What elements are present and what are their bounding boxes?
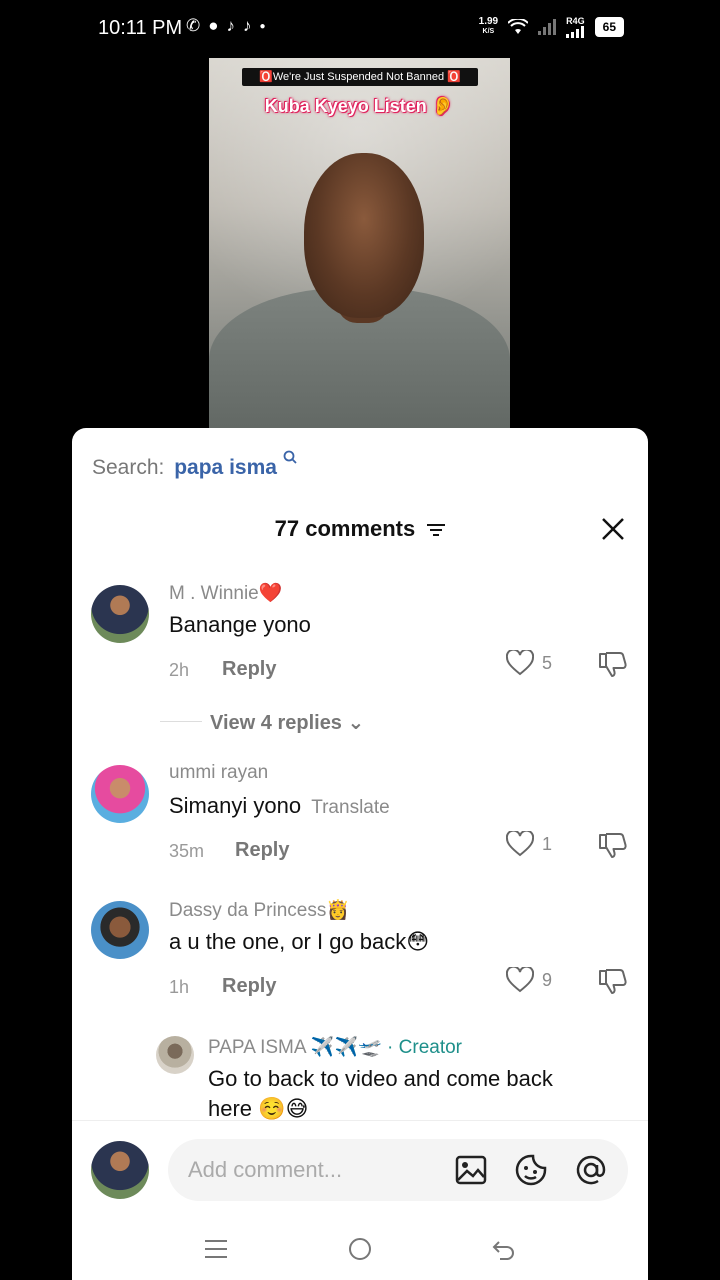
notification-icons: ✆ ● ♪ ♪ ● <box>186 16 266 36</box>
comments-sheet: Search: papa isma 77 comments M . Winnie… <box>72 428 648 1280</box>
chat-bubble-icon: ● <box>208 16 219 35</box>
comment-author[interactable]: M . Winnie❤️ <box>169 581 282 605</box>
whatsapp-icon: ✆ <box>186 16 201 35</box>
heart-icon <box>506 831 534 857</box>
like-count: 9 <box>542 969 553 990</box>
heart-icon <box>506 967 534 993</box>
net-speed: 1.99 K/S <box>479 17 498 37</box>
comment-text: Simanyi yono Translate <box>169 793 390 819</box>
dislike-icon[interactable] <box>598 967 628 995</box>
reply-text-line2: here ☺️😅 <box>208 1096 309 1121</box>
comment-composer: Add comment... <box>72 1120 648 1220</box>
reply-author[interactable]: PAPA ISMA ✈️✈️🛫 · Creator <box>208 1035 462 1059</box>
like-button[interactable]: 1 <box>506 831 552 857</box>
comment-text-body: Simanyi yono <box>169 793 302 818</box>
add-comment-placeholder: Add comment... <box>188 1157 343 1182</box>
search-icon <box>283 450 297 464</box>
comments-header: 77 comments <box>72 516 648 542</box>
menu-icon[interactable] <box>203 1236 229 1262</box>
comment-text: a u the one, or I go back😳 <box>169 929 430 954</box>
comment-text: Banange yono <box>169 612 311 637</box>
video-caption: Kuba Kyeyo Listen 👂 <box>264 96 455 116</box>
reply-button[interactable]: Reply <box>222 658 276 681</box>
video-preview[interactable]: 🅾️We're Just Suspended Not Banned 🅾️ Kub… <box>209 58 510 428</box>
dislike-icon[interactable] <box>598 831 628 859</box>
divider <box>160 721 202 722</box>
signal-bars-icon <box>538 19 557 35</box>
status-bar: 10:11 PM ✆ ● ♪ ♪ ● 1.99 K/S R4G 65 <box>0 0 720 58</box>
view-replies-button[interactable]: View 4 replies ⌄ <box>210 710 364 735</box>
network-type: R4G <box>566 16 585 26</box>
system-navigation-bar <box>72 1226 648 1280</box>
add-comment-input[interactable]: Add comment... <box>168 1139 628 1201</box>
translate-button[interactable]: Translate <box>311 797 390 818</box>
close-icon[interactable] <box>600 516 626 542</box>
avatar[interactable] <box>91 585 149 643</box>
back-icon[interactable] <box>491 1236 517 1262</box>
search-suggestion[interactable]: Search: papa isma <box>92 450 297 480</box>
creator-badge: · Creator <box>387 1037 463 1058</box>
comment-author[interactable]: Dassy da Princess👸 <box>169 898 350 922</box>
reply-author-name: PAPA ISMA ✈️✈️🛫 <box>208 1037 382 1058</box>
search-label: Search: <box>92 456 165 479</box>
sort-filter-icon[interactable] <box>427 523 446 537</box>
net-speed-unit: K/S <box>482 28 495 35</box>
avatar[interactable] <box>91 901 149 959</box>
reply-button[interactable]: Reply <box>222 975 276 998</box>
video-banner: 🅾️We're Just Suspended Not Banned 🅾️ <box>242 68 478 86</box>
comment-time: 2h <box>169 660 190 680</box>
signal-bars-icon-2 <box>566 26 585 38</box>
tiktok-icon: ♪ <box>226 16 236 35</box>
signal-r4g: R4G <box>566 16 585 38</box>
heart-icon <box>506 650 534 676</box>
image-icon[interactable] <box>454 1153 488 1187</box>
like-count: 1 <box>542 833 553 854</box>
reply-button[interactable]: Reply <box>235 839 289 862</box>
like-button[interactable]: 5 <box>506 650 552 676</box>
comments-count: 77 comments <box>274 516 416 541</box>
avatar[interactable] <box>156 1036 194 1074</box>
comment-author[interactable]: ummi rayan <box>169 762 268 784</box>
net-speed-value: 1.99 <box>478 16 499 27</box>
dot-icon: ● <box>259 20 266 32</box>
battery-indicator: 65 <box>594 17 624 37</box>
comment-time: 35m <box>169 841 205 861</box>
home-icon[interactable] <box>347 1236 373 1262</box>
wifi-icon <box>508 19 529 34</box>
tiktok-icon-2: ♪ <box>243 16 252 35</box>
dislike-icon[interactable] <box>598 650 628 678</box>
reply-text-line1: Go to back to video and come back <box>208 1066 553 1091</box>
status-time: 10:11 PM <box>98 17 183 39</box>
system-icons: 1.99 K/S R4G 65 <box>479 16 624 38</box>
comment-time: 1h <box>169 977 190 997</box>
my-avatar <box>91 1141 149 1199</box>
like-count: 5 <box>542 652 553 673</box>
mention-icon[interactable] <box>574 1153 608 1187</box>
search-term[interactable]: papa isma <box>174 456 277 479</box>
like-button[interactable]: 9 <box>506 967 552 993</box>
sticker-icon[interactable] <box>514 1153 548 1187</box>
avatar[interactable] <box>91 765 149 823</box>
video-person-head <box>304 153 424 318</box>
